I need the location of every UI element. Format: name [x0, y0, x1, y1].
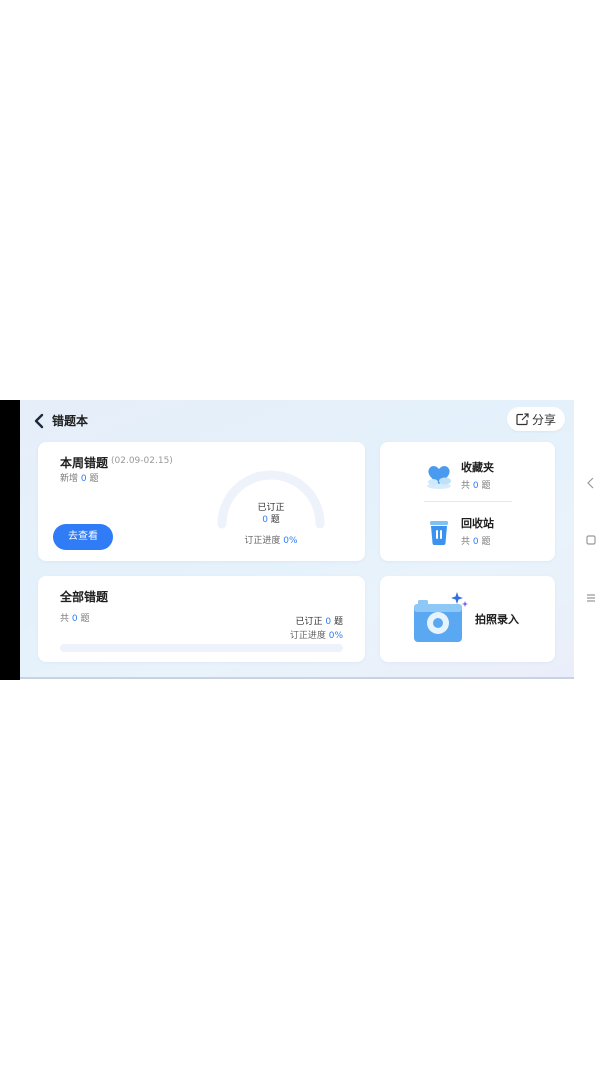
- weekly-date-range: (02.09-02.15): [111, 456, 173, 466]
- side-divider: [424, 501, 512, 502]
- all-progress: 订正进度 0%: [289, 631, 343, 641]
- favorites-count: 共 0 题: [461, 481, 491, 491]
- share-label: 分享: [531, 412, 556, 427]
- all-total-count: 共 0 题: [60, 614, 90, 624]
- home-nav-icon[interactable]: [584, 533, 598, 547]
- app-bottom-border: [20, 677, 574, 679]
- gauge-progress: 订正进度 0%: [244, 536, 298, 546]
- menu-nav-icon[interactable]: [584, 591, 598, 605]
- photo-entry-card[interactable]: 拍照录入: [380, 576, 555, 662]
- gauge-corrected-count: 0 题: [262, 515, 280, 525]
- weekly-wrong-card: 本周错题 (02.09-02.15) 新增 0 题 去查看 已订正 0 题 订正…: [38, 442, 365, 561]
- all-wrong-card[interactable]: 全部错题 共 0 题 已订正 0 题 订正进度 0%: [38, 576, 365, 662]
- photo-entry-label: 拍照录入: [475, 613, 519, 626]
- heart-cloud-icon: [427, 466, 451, 489]
- recycle-item[interactable]: 回收站 共 0 题: [424, 515, 514, 551]
- share-button[interactable]: 分享: [507, 407, 565, 431]
- sparkle-icon: [451, 592, 463, 604]
- page-title: 错题本: [52, 414, 89, 428]
- back-nav-icon[interactable]: [584, 476, 598, 490]
- wrong-question-book-app: 错题本 分享 本周错题 (02.09-02.15) 新增 0 题 去查看 已订正…: [20, 400, 574, 678]
- all-progress-bar: [60, 644, 343, 652]
- view-button[interactable]: 去查看: [53, 524, 113, 550]
- weekly-new-count: 新增 0 题: [60, 474, 99, 484]
- favorites-title: 收藏夹: [461, 461, 494, 474]
- camera-icon: [414, 592, 468, 642]
- side-links-card: 收藏夹 共 0 题 回收站 共 0 题: [380, 442, 555, 561]
- share-icon: [516, 412, 529, 425]
- recycle-count: 共 0 题: [461, 537, 491, 547]
- back-arrow-icon[interactable]: [32, 412, 48, 430]
- trash-bin-icon: [430, 521, 448, 545]
- favorites-item[interactable]: 收藏夹 共 0 题: [424, 459, 514, 495]
- screen-left-edge: [0, 400, 20, 680]
- weekly-title: 本周错题: [60, 456, 109, 470]
- all-corrected-count: 已订正 0 题: [295, 617, 343, 627]
- all-title: 全部错题: [60, 590, 109, 604]
- recycle-title: 回收站: [461, 517, 494, 530]
